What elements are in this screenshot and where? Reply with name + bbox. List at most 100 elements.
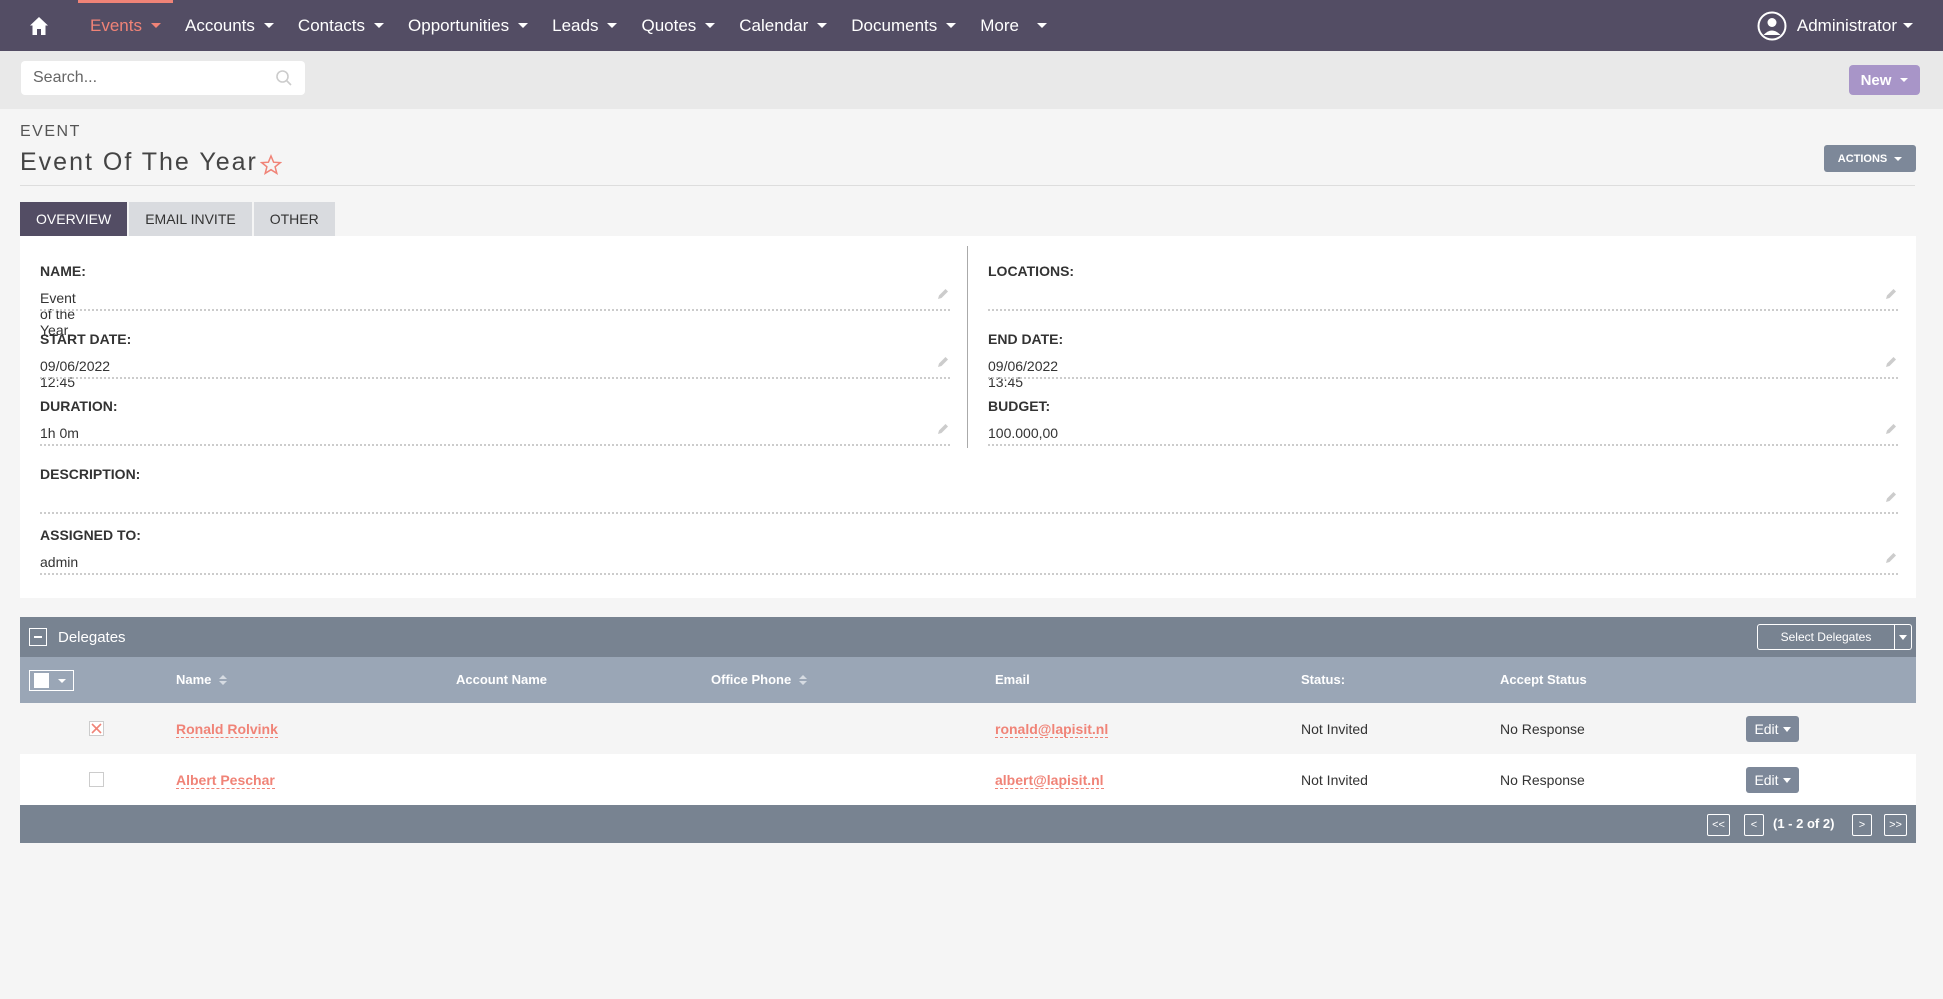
delegate-name-link[interactable]: Ronald Rolvink — [176, 721, 278, 738]
chevron-down-icon — [607, 23, 618, 28]
field-budget: BUDGET: 100.000,00 — [988, 398, 1898, 446]
new-button[interactable]: New — [1849, 65, 1920, 95]
favorite-star-icon[interactable] — [259, 154, 282, 176]
first-page-button[interactable]: << — [1707, 814, 1730, 836]
field-duration: DURATION: 1h 0m — [40, 398, 950, 446]
delegates-subpanel-header: Delegates Select Delegates — [20, 617, 1916, 657]
tab-other[interactable]: OTHER — [253, 202, 335, 236]
column-header-status: Status: — [1301, 672, 1346, 687]
column-header-name[interactable]: Name — [176, 672, 228, 687]
module-name: EVENT — [20, 123, 81, 140]
delegate-email-link[interactable]: ronald@lapisit.nl — [995, 721, 1109, 738]
user-avatar-icon — [1757, 11, 1787, 40]
divider — [20, 185, 1915, 186]
nav-item-leads[interactable]: Leads — [540, 0, 629, 51]
delegate-email-link[interactable]: albert@lapisit.nl — [995, 772, 1104, 789]
delegate-accept-status: No Response — [1500, 721, 1585, 737]
chevron-down-icon — [1903, 23, 1913, 28]
edit-pencil-icon[interactable] — [1884, 490, 1898, 504]
field-assigned-to: ASSIGNED TO: admin — [40, 527, 1898, 575]
chevron-down-icon — [150, 23, 161, 28]
delegate-name-link[interactable]: Albert Peschar — [176, 772, 275, 789]
overview-panel: NAME: Event of the Year LOCATIONS: START… — [20, 236, 1916, 598]
previous-page-button[interactable]: < — [1744, 814, 1764, 836]
edit-button[interactable]: Edit — [1746, 716, 1799, 742]
nav-item-opportunities[interactable]: Opportunities — [396, 0, 540, 51]
field-budget-value[interactable]: 100.000,00 — [988, 425, 1058, 441]
pagination-text: (1 - 2 of 2) — [1773, 816, 1835, 831]
edit-pencil-icon[interactable] — [1884, 422, 1898, 436]
field-start-date-value[interactable]: 09/06/2022 12:45 — [40, 358, 131, 390]
top-navigation: Events Accounts Contacts Opportunities L… — [0, 0, 1943, 51]
global-search[interactable] — [21, 61, 305, 95]
sort-icon[interactable] — [799, 674, 808, 685]
row-checkbox[interactable] — [89, 721, 104, 736]
nav-item-calendar[interactable]: Calendar — [727, 0, 839, 51]
next-page-button[interactable]: > — [1852, 814, 1872, 836]
last-page-button[interactable]: >> — [1884, 814, 1907, 836]
mass-select-checkbox[interactable] — [29, 670, 74, 691]
search-icon[interactable] — [275, 69, 293, 87]
edit-button[interactable]: Edit — [1746, 767, 1799, 793]
row-checkbox[interactable] — [89, 772, 104, 787]
delegate-status: Not Invited — [1301, 721, 1368, 737]
chevron-down-icon — [817, 23, 828, 28]
edit-pencil-icon[interactable] — [1884, 355, 1898, 369]
checkbox[interactable] — [34, 673, 49, 688]
field-end-date-value[interactable]: 09/06/2022 13:45 — [988, 358, 1063, 390]
edit-pencil-icon[interactable] — [1884, 287, 1898, 301]
chevron-down-icon — [1037, 23, 1047, 28]
delegates-table-header: Name Account Name Office Phone Email Sta… — [20, 657, 1916, 703]
user-menu[interactable]: Administrator — [1757, 0, 1913, 51]
nav-item-contacts[interactable]: Contacts — [286, 0, 396, 51]
delegate-status: Not Invited — [1301, 772, 1368, 788]
home-icon — [30, 16, 48, 35]
select-delegates-dropdown[interactable] — [1894, 625, 1911, 649]
chevron-down-icon — [518, 23, 529, 28]
search-input[interactable] — [33, 69, 275, 87]
edit-pencil-icon[interactable] — [936, 287, 950, 301]
nav-item-accounts[interactable]: Accounts — [173, 0, 286, 51]
sort-icon[interactable] — [219, 674, 228, 685]
column-header-office-phone[interactable]: Office Phone — [711, 672, 808, 687]
chevron-down-icon — [374, 23, 385, 28]
chevron-down-icon — [1782, 777, 1791, 783]
edit-pencil-icon[interactable] — [1884, 551, 1898, 565]
subpanel-title: Delegates — [58, 628, 126, 646]
chevron-down-icon — [946, 23, 957, 28]
search-bar-area: New — [0, 51, 1943, 109]
edit-pencil-icon[interactable] — [936, 355, 950, 369]
chevron-down-icon — [1894, 156, 1903, 161]
nav-item-events[interactable]: Events — [78, 0, 173, 51]
collapse-minus-icon[interactable] — [29, 628, 47, 646]
chevron-down-icon — [1900, 78, 1909, 82]
column-header-account-name: Account Name — [456, 672, 548, 687]
field-locations: LOCATIONS: — [988, 263, 1898, 311]
field-duration-value[interactable]: 1h 0m — [40, 425, 79, 441]
user-name: Administrator — [1796, 15, 1897, 35]
field-start-date: START DATE: 09/06/2022 12:45 — [40, 331, 950, 390]
field-assigned-to-value[interactable]: admin — [40, 554, 78, 570]
actions-button[interactable]: ACTIONS — [1824, 145, 1916, 172]
edit-pencil-icon[interactable] — [936, 422, 950, 436]
nav-item-quotes[interactable]: Quotes — [629, 0, 727, 51]
checked-x-icon — [91, 723, 102, 734]
tab-email-invite[interactable]: EMAIL INVITE — [129, 202, 252, 236]
chevron-down-icon — [263, 23, 274, 28]
tab-overview[interactable]: OVERVIEW — [20, 202, 128, 236]
select-delegates-button[interactable]: Select Delegates — [1757, 624, 1912, 650]
nav-item-more[interactable]: More — [968, 0, 1059, 51]
delegate-accept-status: No Response — [1500, 772, 1585, 788]
chevron-down-icon[interactable] — [58, 678, 66, 683]
detail-tabs: OVERVIEW EMAIL INVITE OTHER — [20, 202, 337, 236]
chevron-down-icon — [1782, 726, 1791, 732]
page-title: Event Of The Year — [20, 148, 282, 177]
nav-item-documents[interactable]: Documents — [839, 0, 968, 51]
field-description: DESCRIPTION: — [40, 466, 1898, 514]
field-name: NAME: Event of the Year — [40, 263, 950, 338]
column-header-accept-status: Accept Status — [1500, 672, 1587, 687]
chevron-down-icon — [705, 23, 716, 28]
home-button[interactable] — [0, 0, 78, 51]
column-header-email: Email — [995, 672, 1030, 687]
table-row: Ronald Rolvink ronald@lapisit.nl Not Inv… — [20, 703, 1916, 754]
